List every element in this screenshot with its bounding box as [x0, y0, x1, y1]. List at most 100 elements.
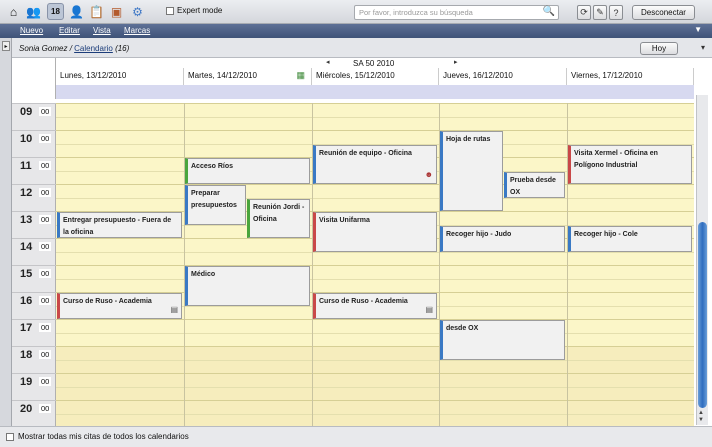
- calendar-icon[interactable]: 18: [47, 3, 64, 20]
- contacts-icon[interactable]: 👤: [68, 3, 85, 20]
- appointment[interactable]: Reunión de equipo - Oficina ☻: [313, 144, 437, 184]
- appointment[interactable]: Recoger hijo - Judo: [440, 225, 565, 252]
- hour-label: 18 00: [12, 346, 56, 373]
- minute-label: 00: [39, 404, 52, 413]
- appointment[interactable]: Médico: [185, 266, 310, 306]
- appointment-title: Curso de Ruso - Academia: [319, 298, 408, 305]
- prev-week-icon[interactable]: ◂: [326, 58, 330, 66]
- day-header[interactable]: Miércoles, 15/12/2010: [312, 68, 439, 85]
- day-header[interactable]: Jueves, 16/12/2010: [439, 68, 567, 85]
- show-all-appointments-toggle[interactable]: Mostrar todas mis citas de todos los cal…: [6, 432, 189, 441]
- time-slot[interactable]: [56, 278, 694, 292]
- hour-number: 20: [20, 403, 33, 415]
- sidebar-collapsed: ▸: [0, 38, 12, 447]
- home-icon[interactable]: ⌂: [5, 3, 22, 20]
- time-slot[interactable]: [56, 400, 694, 414]
- menu-editar[interactable]: Editar: [59, 26, 80, 35]
- minute-label: 00: [39, 188, 52, 197]
- time-slot[interactable]: [56, 332, 694, 346]
- help-icon[interactable]: ?: [609, 5, 623, 20]
- time-slot[interactable]: [56, 116, 694, 130]
- appointment-title: Visita Unifarma: [319, 217, 370, 224]
- settings-icon[interactable]: ⚙: [129, 3, 146, 20]
- minute-label: 00: [39, 134, 52, 143]
- appointment[interactable]: Preparar presupuestos: [185, 185, 246, 225]
- appointment[interactable]: Hoja de rutas: [440, 131, 503, 211]
- menu-dropdown-icon[interactable]: ▼: [694, 25, 702, 34]
- expert-mode-label: Expert mode: [177, 6, 223, 15]
- hour-number: 17: [20, 322, 33, 334]
- appointment[interactable]: Visita Unifarma: [313, 212, 437, 252]
- scrollbar-thumb[interactable]: [698, 222, 707, 408]
- hour-number: 10: [20, 133, 33, 145]
- disconnect-button[interactable]: Desconectar: [632, 5, 695, 20]
- time-slot[interactable]: [56, 386, 694, 400]
- appointment[interactable]: Prueba desde OX: [504, 171, 565, 198]
- time-slot[interactable]: [56, 413, 694, 426]
- week-navigator: ◂ SA 50 2010 ▸: [56, 58, 694, 68]
- time-slot[interactable]: [56, 373, 694, 387]
- breadcrumb-calendar-link[interactable]: Calendario: [74, 44, 113, 53]
- time-slot[interactable]: [56, 359, 694, 373]
- tools-icon[interactable]: ✎: [593, 5, 607, 20]
- appointment[interactable]: desde OX: [440, 320, 565, 360]
- time-slot[interactable]: [56, 265, 694, 279]
- minute-label: 00: [39, 350, 52, 359]
- today-button[interactable]: Hoy: [640, 42, 678, 55]
- day-header[interactable]: Lunes, 13/12/2010: [56, 68, 184, 85]
- scroll-arrows-icon[interactable]: ▲ ▼: [698, 410, 704, 424]
- search-icon[interactable]: 🔍: [543, 6, 555, 17]
- hour-label: 11 00: [12, 157, 56, 184]
- appointment-title: Recoger hijo - Cole: [574, 230, 638, 238]
- time-slot[interactable]: [56, 346, 694, 360]
- day-headers: Lunes, 13/12/2010 Martes, 14/12/2010 ▦ Miér…: [56, 68, 694, 85]
- appointment[interactable]: Acceso Ríos: [185, 158, 310, 184]
- menu-vista[interactable]: Vista: [93, 26, 111, 35]
- expert-mode-toggle[interactable]: Expert mode: [166, 6, 222, 15]
- appointment[interactable]: Recoger hijo - Cole: [568, 225, 692, 252]
- hour-label: 10 00: [12, 130, 56, 157]
- hour-number: 11: [20, 160, 32, 172]
- refresh-icon[interactable]: ⟳: [577, 5, 591, 20]
- notes-icon[interactable]: 📋: [88, 3, 105, 20]
- appointment-title: Acceso Ríos: [191, 163, 234, 170]
- hour-label: 20 00: [12, 400, 56, 426]
- breadcrumb-count: (16): [112, 44, 130, 53]
- calendar-scrollbar[interactable]: ▲ ▼: [696, 95, 708, 425]
- time-slot[interactable]: [56, 319, 694, 333]
- all-day-row[interactable]: [56, 85, 694, 99]
- time-slot[interactable]: [56, 103, 694, 117]
- appointment[interactable]: Entregar presupuesto - Fuera de la ofici…: [57, 212, 182, 238]
- search-input[interactable]: Por favor, introduzca su búsqueda 🔍: [354, 5, 559, 20]
- minute-label: 00: [39, 161, 52, 170]
- appointment[interactable]: Curso de Ruso - Academia ▤: [57, 293, 182, 319]
- menu-nuevo[interactable]: Nuevo: [20, 26, 43, 35]
- people-icon[interactable]: 👥: [25, 3, 42, 20]
- time-slot[interactable]: [56, 251, 694, 265]
- time-slot[interactable]: [56, 184, 694, 198]
- day-header[interactable]: Viernes, 17/12/2010: [567, 68, 694, 85]
- minute-label: 00: [39, 323, 52, 332]
- collapse-icon[interactable]: ▾: [701, 43, 705, 52]
- hour-label: 09 00: [12, 103, 56, 130]
- appointment[interactable]: Reunión Jordi - Oficina: [247, 198, 310, 238]
- hour-label: 19 00: [12, 373, 56, 400]
- time-slot[interactable]: [56, 130, 694, 144]
- next-week-icon[interactable]: ▸: [454, 58, 458, 66]
- week-calendar: ◂ SA 50 2010 ▸ Lunes, 13/12/2010 Martes, …: [12, 58, 712, 426]
- appointment[interactable]: Visita Xermel - Oficina en Polígono Indu…: [568, 144, 692, 184]
- show-all-checkbox[interactable]: [6, 432, 14, 441]
- appointment[interactable]: Curso de Ruso - Academia ▤: [313, 293, 437, 319]
- expert-mode-checkbox[interactable]: [166, 6, 174, 15]
- today-marker-icon: ▦: [296, 70, 305, 80]
- time-grid[interactable]: Entregar presupuesto - Fuera de la ofici…: [56, 103, 694, 426]
- appointment-title: Visita Xermel - Oficina en Polígono Indu…: [574, 149, 658, 169]
- menu-marcas[interactable]: Marcas: [124, 26, 150, 35]
- expand-sidebar-icon[interactable]: ▸: [2, 41, 10, 51]
- appointment-title: Hoja de rutas: [446, 136, 491, 143]
- menu-bar: Nuevo Editar Vista Marcas ▼: [0, 24, 712, 38]
- briefcase-icon[interactable]: ▣: [108, 3, 125, 20]
- header-corner: [12, 58, 56, 99]
- day-header[interactable]: Martes, 14/12/2010 ▦: [184, 68, 312, 85]
- time-slot[interactable]: [56, 197, 694, 211]
